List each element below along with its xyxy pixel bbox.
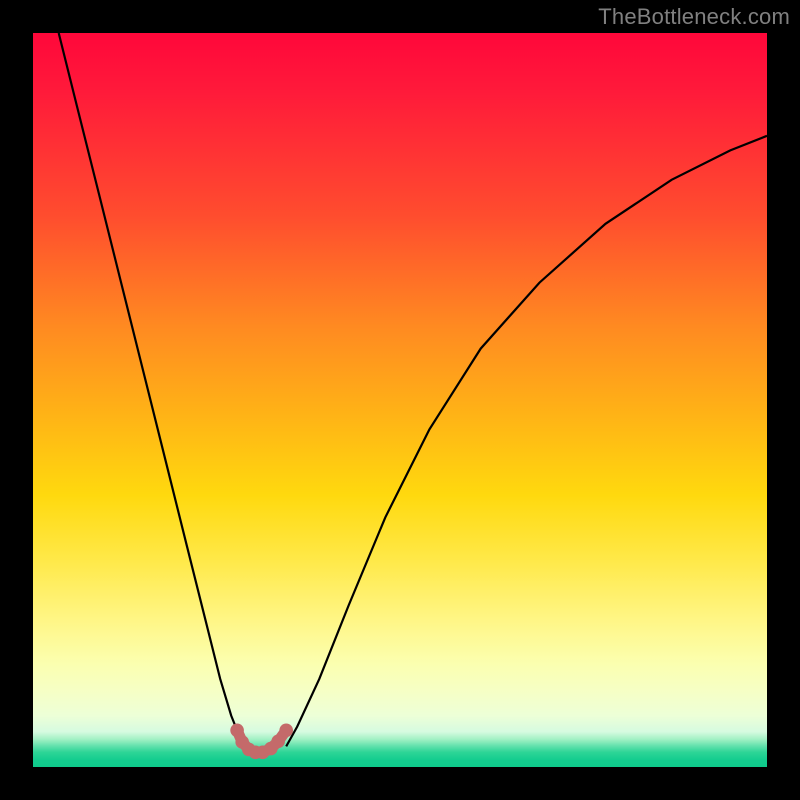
curve-left-branch bbox=[59, 33, 246, 746]
plot-area bbox=[33, 33, 767, 767]
valley-dot bbox=[271, 735, 285, 749]
watermark-text: TheBottleneck.com bbox=[598, 4, 790, 30]
curve-right-branch bbox=[286, 136, 767, 747]
valley-dot bbox=[230, 724, 244, 738]
valley-marker bbox=[230, 724, 293, 760]
valley-dot bbox=[279, 724, 293, 738]
curve-layer bbox=[33, 33, 767, 767]
chart-frame: TheBottleneck.com bbox=[0, 0, 800, 800]
